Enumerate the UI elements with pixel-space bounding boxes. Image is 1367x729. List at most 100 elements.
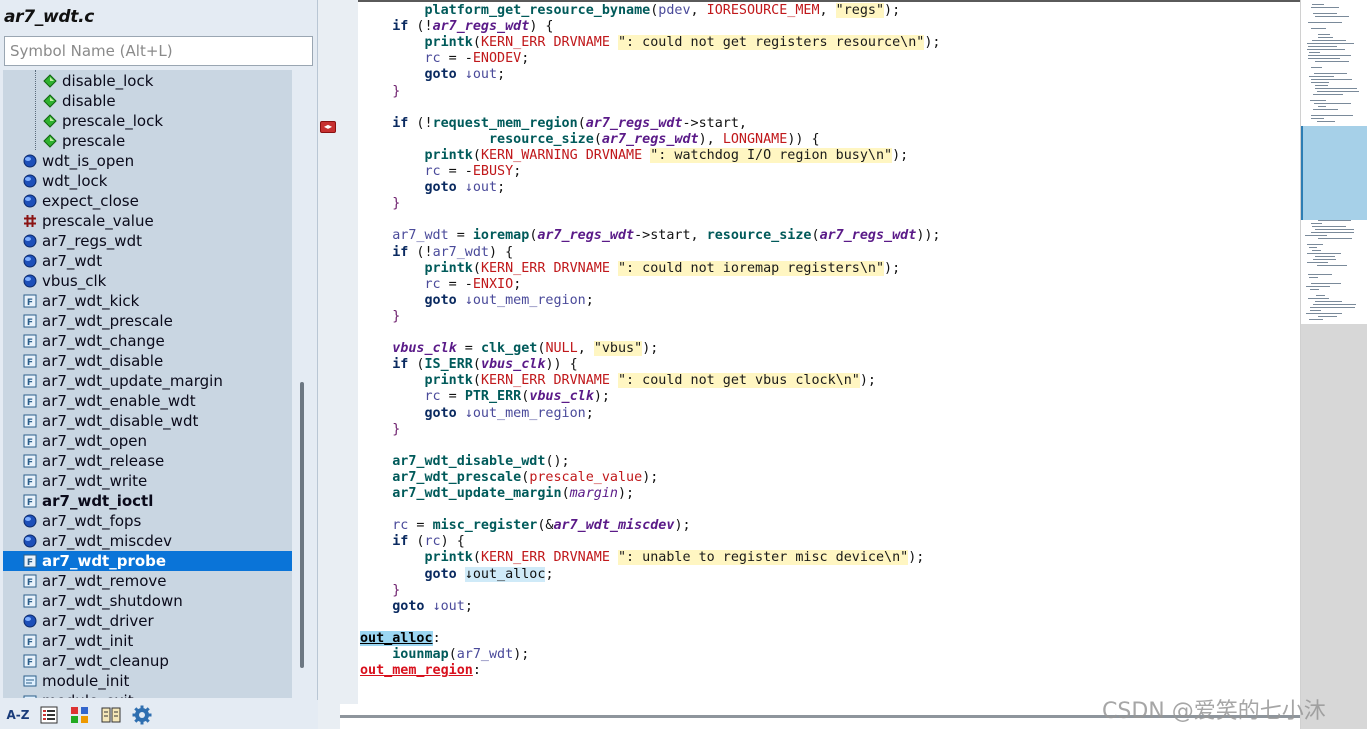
code-line: goto ↓out_mem_region; — [360, 292, 594, 309]
panel-splitter[interactable] — [318, 0, 350, 729]
minimap-viewport[interactable] — [1301, 126, 1367, 220]
symbol-item[interactable]: ar7_wdt_driver — [3, 611, 292, 631]
splitter-toggle-icon[interactable]: ◂▸ — [320, 121, 336, 133]
symbol-item[interactable]: ar7_wdt — [3, 251, 292, 271]
symbol-item[interactable]: module_init — [3, 671, 292, 691]
symbol-item[interactable]: prescale_value — [3, 211, 292, 231]
symbol-item[interactable]: Far7_wdt_enable_wdt — [3, 391, 292, 411]
symbol-item-label: ar7_wdt_probe — [42, 552, 167, 570]
code-token[interactable]: iounmap — [392, 647, 448, 662]
symbol-item-label: ar7_wdt_kick — [42, 292, 140, 310]
symbol-item[interactable]: Far7_wdt_shutdown — [3, 591, 292, 611]
symbol-item[interactable]: wdt_lock — [3, 171, 292, 191]
symbol-item[interactable]: prescale — [3, 131, 292, 151]
symbol-item[interactable]: prescale_lock — [3, 111, 292, 131]
symbol-item[interactable]: Far7_wdt_cleanup — [3, 651, 292, 671]
code-line: ar7_wdt_update_margin(margin); — [360, 485, 634, 502]
symbol-item[interactable]: expect_close — [3, 191, 292, 211]
symbol-item[interactable]: Far7_wdt_write — [3, 471, 292, 491]
symbol-list-scroll-thumb[interactable] — [300, 382, 304, 668]
symbol-item[interactable]: Far7_wdt_release — [3, 451, 292, 471]
code-token: ": could not ioremap registers\n" — [618, 260, 885, 276]
code-token[interactable]: printk — [425, 148, 473, 163]
code-line: out_mem_region: — [360, 662, 481, 679]
svg-text:F: F — [27, 638, 33, 648]
svg-text:F: F — [27, 598, 33, 608]
code-token[interactable]: printk — [425, 35, 473, 50]
code-token[interactable]: PTR_ERR — [465, 389, 521, 404]
symbol-item[interactable]: Far7_wdt_prescale — [3, 311, 292, 331]
code-token[interactable]: ioremap — [473, 228, 529, 243]
symbol-search-input[interactable] — [4, 36, 313, 66]
symbol-list-scrollbar[interactable] — [292, 70, 314, 698]
code-token[interactable]: printk — [425, 373, 473, 388]
symbol-item[interactable]: ar7_regs_wdt — [3, 231, 292, 251]
symbol-item[interactable]: Far7_wdt_disable_wdt — [3, 411, 292, 431]
code-token: ar7_regs_wdt — [432, 19, 530, 35]
code-label[interactable]: out_alloc — [360, 630, 433, 646]
code-token[interactable]: resource_size — [707, 228, 812, 243]
code-token[interactable]: printk — [425, 550, 473, 565]
browse-button[interactable] — [99, 704, 123, 726]
code-token[interactable]: clk_get — [481, 341, 537, 356]
svg-text:F: F — [27, 558, 33, 568]
symbol-item-label: disable_lock — [62, 72, 154, 90]
sort-alphabetical-button[interactable]: A-Z — [6, 704, 30, 726]
symbol-list[interactable]: disable_lock disable prescale_lock prescale… — [3, 70, 292, 698]
code-token[interactable]: ar7_wdt_prescale — [392, 470, 521, 485]
green-diamond-icon — [43, 134, 57, 148]
minimap-line — [1307, 262, 1328, 263]
code-minimap[interactable] — [1300, 0, 1367, 729]
minimap-line — [1313, 94, 1343, 95]
symbol-item[interactable]: Far7_wdt_ioctl — [3, 491, 292, 511]
symbol-item[interactable]: ar7_wdt_miscdev — [3, 531, 292, 551]
category-view-button[interactable] — [68, 704, 92, 726]
code-token: ); — [892, 147, 909, 163]
code-token[interactable]: ar7_wdt_disable_wdt — [392, 454, 545, 469]
symbol-item[interactable]: Far7_wdt_init — [3, 631, 292, 651]
code-token[interactable]: IS_ERR — [425, 357, 473, 372]
code-token: ar7_wdt — [456, 647, 514, 662]
code-token: rc — [424, 164, 441, 179]
code-token[interactable]: ↓out_alloc — [464, 566, 546, 582]
code-editor[interactable]: platform_get_resource_byname (pdev, IORES… — [358, 0, 1300, 704]
code-token[interactable]: ar7_wdt_update_margin — [392, 486, 561, 501]
svg-text:F: F — [27, 478, 33, 488]
code-token[interactable]: resource_size — [489, 132, 594, 147]
code-token[interactable]: request_mem_region — [433, 116, 578, 131]
symbol-item[interactable]: Far7_wdt_update_margin — [3, 371, 292, 391]
code-token: , — [690, 3, 707, 18]
code-line: } — [360, 582, 400, 599]
code-token: ( — [408, 534, 425, 550]
symbol-item[interactable]: disable_lock — [3, 71, 292, 91]
code-token: = - — [440, 276, 473, 292]
settings-button[interactable] — [130, 704, 154, 726]
code-token: ar7_regs_wdt — [585, 115, 683, 131]
symbol-item[interactable]: module_exit — [3, 691, 292, 698]
symbol-item[interactable]: ar7_wdt_fops — [3, 511, 292, 531]
symbol-item[interactable]: Far7_wdt_open — [3, 431, 292, 451]
symbol-item[interactable]: Far7_wdt_change — [3, 331, 292, 351]
symbol-item[interactable]: Far7_wdt_probe — [3, 551, 292, 571]
symbol-item[interactable]: disable — [3, 91, 292, 111]
code-token: ; — [464, 598, 473, 614]
code-token[interactable]: platform_get_resource_byname — [425, 3, 651, 18]
code-line: printk(KERN_ERR DRVNAME ": could not get… — [360, 34, 940, 51]
svg-text:F: F — [27, 378, 33, 388]
minimap-line — [1311, 67, 1322, 68]
code-token: if — [392, 534, 409, 550]
minimap-line — [1311, 82, 1329, 83]
list-view-button[interactable] — [37, 704, 61, 726]
symbol-item[interactable]: Far7_wdt_remove — [3, 571, 292, 591]
macro-ref-icon — [23, 694, 37, 698]
symbol-item[interactable]: Far7_wdt_kick — [3, 291, 292, 311]
code-token[interactable]: misc_register — [433, 518, 538, 533]
symbol-item[interactable]: Far7_wdt_disable — [3, 351, 292, 371]
code-label[interactable]: out_mem_region — [360, 663, 473, 678]
code-token[interactable]: printk — [425, 261, 473, 276]
blue-globe-icon — [23, 514, 37, 528]
code-token: ) { — [489, 244, 514, 260]
code-token: = - — [440, 51, 473, 67]
symbol-item[interactable]: wdt_is_open — [3, 151, 292, 171]
symbol-item[interactable]: vbus_clk — [3, 271, 292, 291]
